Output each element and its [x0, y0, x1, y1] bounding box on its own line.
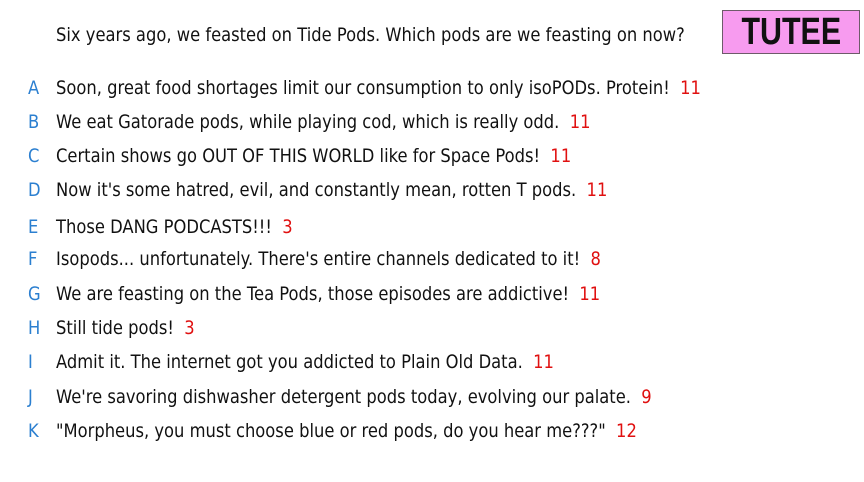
- option-a[interactable]: A Soon, great food shortages limit our c…: [0, 74, 864, 102]
- option-j[interactable]: J We're savoring dishwasher detergent po…: [0, 383, 864, 411]
- option-count: 8: [590, 248, 601, 270]
- option-d[interactable]: D Now it's some hatred, evil, and consta…: [0, 176, 864, 204]
- option-k[interactable]: K "Morpheus, you must choose blue or red…: [0, 417, 864, 445]
- option-letter: D: [28, 179, 41, 201]
- option-text: Certain shows go OUT OF THIS WORLD like …: [56, 145, 541, 167]
- option-e[interactable]: E Those DANG PODCASTS!!! 3: [0, 213, 864, 241]
- option-count: 11: [579, 283, 601, 305]
- option-count: 11: [586, 179, 608, 201]
- option-text: Now it's some hatred, evil, and constant…: [56, 179, 577, 201]
- option-text: We are feasting on the Tea Pods, those e…: [56, 283, 570, 305]
- option-h[interactable]: H Still tide pods! 3: [0, 314, 864, 342]
- option-letter: G: [28, 283, 41, 305]
- option-count: 3: [282, 216, 293, 238]
- option-text: We're savoring dishwasher detergent pods…: [56, 386, 631, 408]
- option-letter: H: [28, 317, 41, 339]
- option-count: 3: [184, 317, 195, 339]
- option-b[interactable]: B We eat Gatorade pods, while playing co…: [0, 108, 864, 136]
- option-i[interactable]: I Admit it. The internet got you addicte…: [0, 348, 864, 376]
- option-text: Soon, great food shortages limit our con…: [56, 77, 670, 99]
- option-count: 11: [550, 145, 572, 167]
- option-letter: C: [28, 145, 40, 167]
- option-letter: E: [28, 216, 39, 238]
- option-letter: F: [28, 248, 38, 270]
- question-text: Six years ago, we feasted on Tide Pods. …: [56, 24, 685, 46]
- option-text: Isopods... unfortunately. There's entire…: [56, 248, 581, 270]
- option-letter: B: [28, 111, 40, 133]
- option-count: 11: [533, 351, 554, 373]
- option-text: Those DANG PODCASTS!!!: [56, 216, 272, 238]
- option-count: 11: [569, 111, 591, 133]
- option-count: 9: [641, 386, 652, 408]
- option-letter: J: [28, 386, 33, 408]
- option-text: "Morpheus, you must choose blue or red p…: [56, 420, 606, 442]
- option-g[interactable]: G We are feasting on the Tea Pods, those…: [0, 280, 864, 308]
- option-count: 11: [680, 77, 701, 99]
- tutee-badge: TUTEE: [722, 10, 860, 54]
- option-c[interactable]: C Certain shows go OUT OF THIS WORLD lik…: [0, 142, 864, 170]
- option-text: We eat Gatorade pods, while playing cod,…: [56, 111, 560, 133]
- option-letter: K: [28, 420, 39, 442]
- option-letter: A: [28, 77, 40, 99]
- option-text: Admit it. The internet got you addicted …: [56, 351, 523, 373]
- option-f[interactable]: F Isopods... unfortunately. There's enti…: [0, 245, 864, 273]
- option-count: 12: [616, 420, 637, 442]
- badge-label: TUTEE: [741, 11, 841, 53]
- option-letter: I: [28, 351, 33, 373]
- option-text: Still tide pods!: [56, 317, 174, 339]
